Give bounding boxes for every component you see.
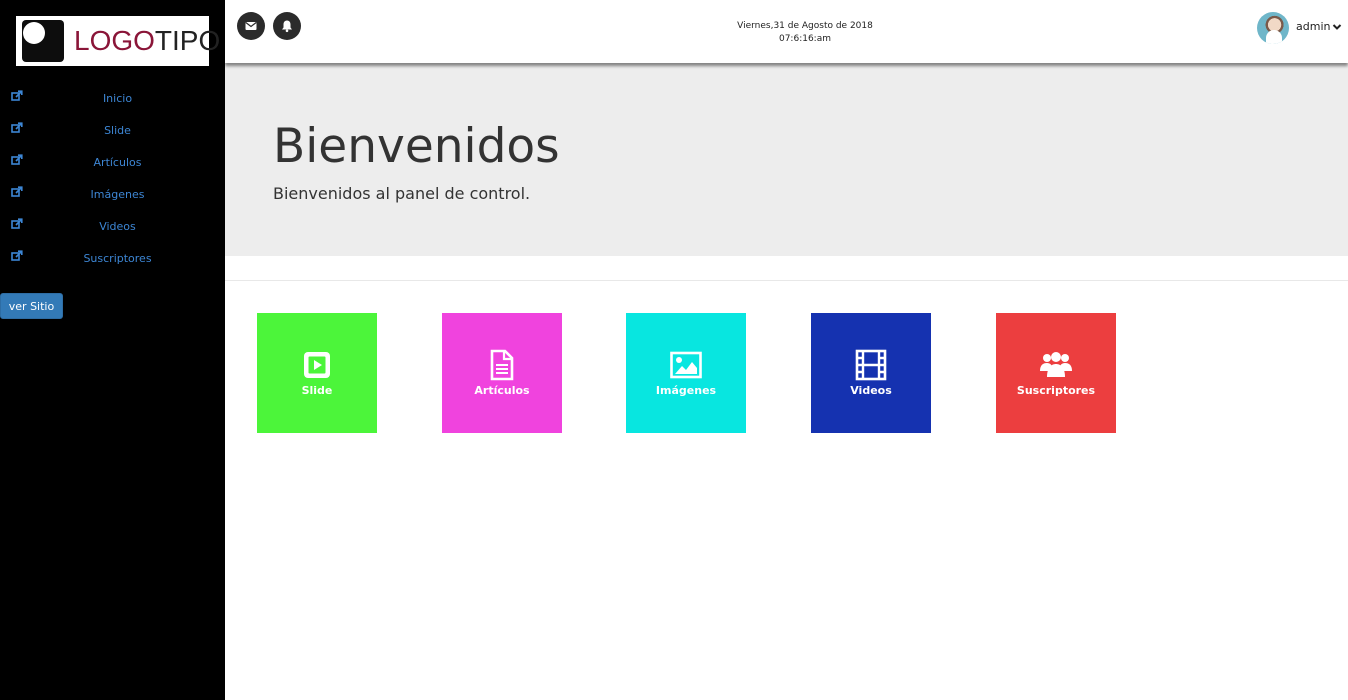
external-link-icon xyxy=(11,186,23,197)
notifications-button[interactable] xyxy=(273,12,301,40)
sidebar-menu: Inicio Slide Artículos Imágenes Videos S… xyxy=(0,82,225,274)
divider xyxy=(225,280,1348,281)
sidebar-item-label: Inicio xyxy=(102,91,133,105)
chevron-down-icon xyxy=(1332,24,1342,30)
view-site-button[interactable]: ver Sitio xyxy=(0,293,63,319)
bell-icon xyxy=(282,20,292,33)
tile-articulos[interactable]: Artículos xyxy=(442,313,562,433)
sidebar: LOGOTIPO Inicio Slide Artículos Imágenes… xyxy=(0,0,225,700)
external-link-icon xyxy=(11,90,23,101)
logo-mark-icon xyxy=(22,20,64,62)
current-date: Viernes,31 de Agosto de 2018 xyxy=(737,21,873,31)
file-text-icon xyxy=(490,349,514,381)
sidebar-item-imagenes[interactable]: Imágenes xyxy=(0,178,225,210)
logo-text-part1: LOGO xyxy=(74,25,155,56)
envelope-icon xyxy=(245,22,257,30)
logo[interactable]: LOGOTIPO xyxy=(16,16,220,66)
logo-text-part2: TIPO xyxy=(154,25,221,56)
user-menu[interactable]: admin xyxy=(1253,12,1348,44)
tile-label: Videos xyxy=(850,384,892,397)
page-subtitle: Bienvenidos al panel de control. xyxy=(273,184,531,203)
sidebar-item-label: Artículos xyxy=(93,155,142,169)
tile-label: Suscriptores xyxy=(1016,384,1096,397)
welcome-banner: Bienvenidos Bienvenidos al panel de cont… xyxy=(225,63,1348,256)
external-link-icon xyxy=(11,250,23,261)
tile-slide[interactable]: Slide xyxy=(257,313,377,433)
tile-label: Imágenes xyxy=(655,384,717,397)
external-link-icon xyxy=(11,154,23,165)
film-icon xyxy=(855,349,887,381)
logo-text: LOGOTIPO xyxy=(74,25,220,57)
date-time: Viernes,31 de Agosto de 2018 07:6:16:am xyxy=(705,20,905,46)
messages-button[interactable] xyxy=(237,12,265,40)
current-time: 07:6:16:am xyxy=(778,34,831,44)
sidebar-item-inicio[interactable]: Inicio xyxy=(0,82,225,114)
sidebar-item-label: Suscriptores xyxy=(83,251,152,265)
users-icon xyxy=(1040,352,1072,377)
top-bar: Viernes,31 de Agosto de 2018 07:6:16:am … xyxy=(225,0,1348,63)
sidebar-item-label: Slide xyxy=(104,123,131,137)
image-icon xyxy=(670,351,702,379)
user-name: admin xyxy=(1296,20,1331,33)
sidebar-item-label: Videos xyxy=(99,219,136,233)
external-link-icon xyxy=(11,122,23,133)
avatar xyxy=(1257,12,1289,44)
tile-videos[interactable]: Videos xyxy=(811,313,931,433)
sidebar-item-label: Imágenes xyxy=(90,187,145,201)
external-link-icon xyxy=(11,218,23,229)
tile-imagenes[interactable]: Imágenes xyxy=(626,313,746,433)
page-title: Bienvenidos xyxy=(273,119,560,174)
play-square-icon xyxy=(304,352,330,378)
sidebar-item-videos[interactable]: Videos xyxy=(0,210,225,242)
sidebar-item-slide[interactable]: Slide xyxy=(0,114,225,146)
tile-label: Artículos xyxy=(474,384,530,397)
sidebar-item-articulos[interactable]: Artículos xyxy=(0,146,225,178)
sidebar-item-suscriptores[interactable]: Suscriptores xyxy=(0,242,225,274)
tile-label: Slide xyxy=(301,384,333,397)
tile-suscriptores[interactable]: Suscriptores xyxy=(996,313,1116,433)
